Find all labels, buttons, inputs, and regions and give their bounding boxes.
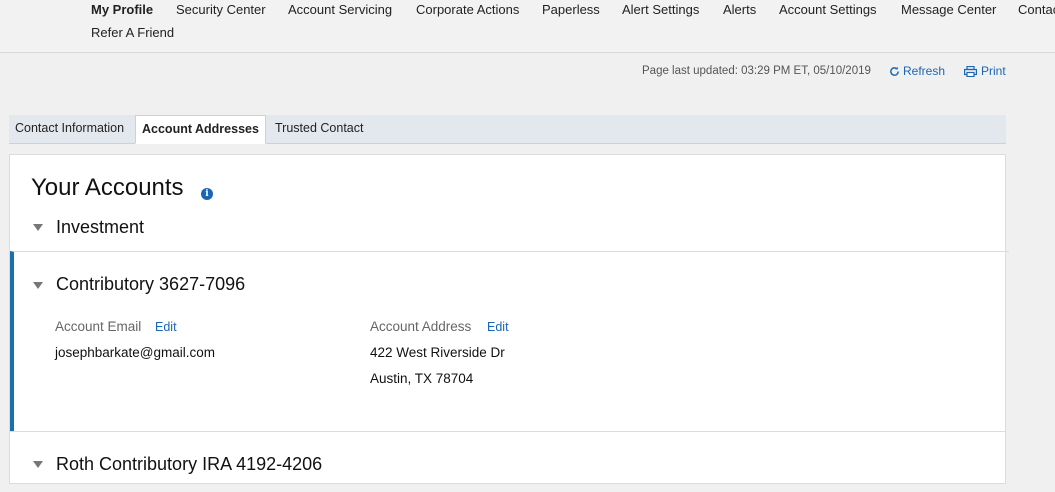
page-last-updated: Page last updated: 03:29 PM ET, 05/10/20… bbox=[642, 65, 871, 77]
tab-trusted-contact[interactable]: Trusted Contact bbox=[269, 115, 369, 143]
caret-down-icon[interactable] bbox=[33, 224, 43, 231]
page-title: Your Accounts bbox=[31, 174, 184, 201]
account-name[interactable]: Contributory 3627-7096 bbox=[56, 274, 245, 295]
print-label: Print bbox=[981, 64, 1006, 78]
address-line-2: Austin, TX 78704 bbox=[370, 371, 474, 386]
refresh-link[interactable]: Refresh bbox=[889, 64, 945, 78]
account-email-value: josephbarkate@gmail.com bbox=[55, 345, 216, 360]
print-link[interactable]: Print bbox=[964, 64, 1006, 78]
edit-address-link[interactable]: Edit bbox=[487, 320, 509, 334]
caret-down-icon[interactable] bbox=[33, 461, 43, 468]
nav-security-center[interactable]: Security Center bbox=[176, 2, 266, 17]
printer-icon bbox=[964, 65, 977, 77]
nav-account-settings[interactable]: Account Settings bbox=[779, 2, 877, 17]
nav-message-center[interactable]: Message Center bbox=[901, 2, 996, 17]
address-line-1: 422 West Riverside Dr bbox=[370, 345, 505, 360]
refresh-label: Refresh bbox=[903, 64, 946, 78]
tab-bar: Contact Information Account Addresses Tr… bbox=[9, 115, 1006, 144]
caret-down-icon[interactable] bbox=[33, 282, 43, 289]
tab-account-addresses[interactable]: Account Addresses bbox=[135, 115, 266, 144]
group-title-investment[interactable]: Investment bbox=[56, 217, 144, 238]
nav-corporate-actions[interactable]: Corporate Actions bbox=[416, 2, 519, 17]
nav-paperless[interactable]: Paperless bbox=[542, 2, 600, 17]
nav-my-profile[interactable]: My Profile bbox=[91, 2, 153, 17]
nav-alert-settings[interactable]: Alert Settings bbox=[622, 2, 699, 17]
account-name[interactable]: Roth Contributory IRA 4192-4206 bbox=[56, 454, 322, 475]
account-email-label: Account Email bbox=[55, 319, 142, 334]
account-address-label: Account Address bbox=[370, 319, 472, 334]
top-nav: My Profile Security Center Account Servi… bbox=[0, 0, 1055, 53]
tab-contact-information[interactable]: Contact Information bbox=[9, 115, 130, 143]
info-icon[interactable]: i bbox=[201, 188, 213, 200]
nav-alerts[interactable]: Alerts bbox=[723, 2, 756, 17]
nav-refer-a-friend[interactable]: Refer A Friend bbox=[91, 25, 174, 40]
nav-contact[interactable]: Contac bbox=[1018, 2, 1055, 17]
nav-account-servicing[interactable]: Account Servicing bbox=[288, 2, 392, 17]
edit-email-link[interactable]: Edit bbox=[155, 320, 177, 334]
account-panel-roth: Roth Contributory IRA 4192-4206 bbox=[10, 431, 1005, 492]
accounts-card: Your Accounts i Investment Contributory … bbox=[9, 154, 1009, 484]
refresh-icon bbox=[890, 66, 899, 76]
account-panel-contributory: Contributory 3627-7096 Account Email Edi… bbox=[10, 251, 1009, 432]
